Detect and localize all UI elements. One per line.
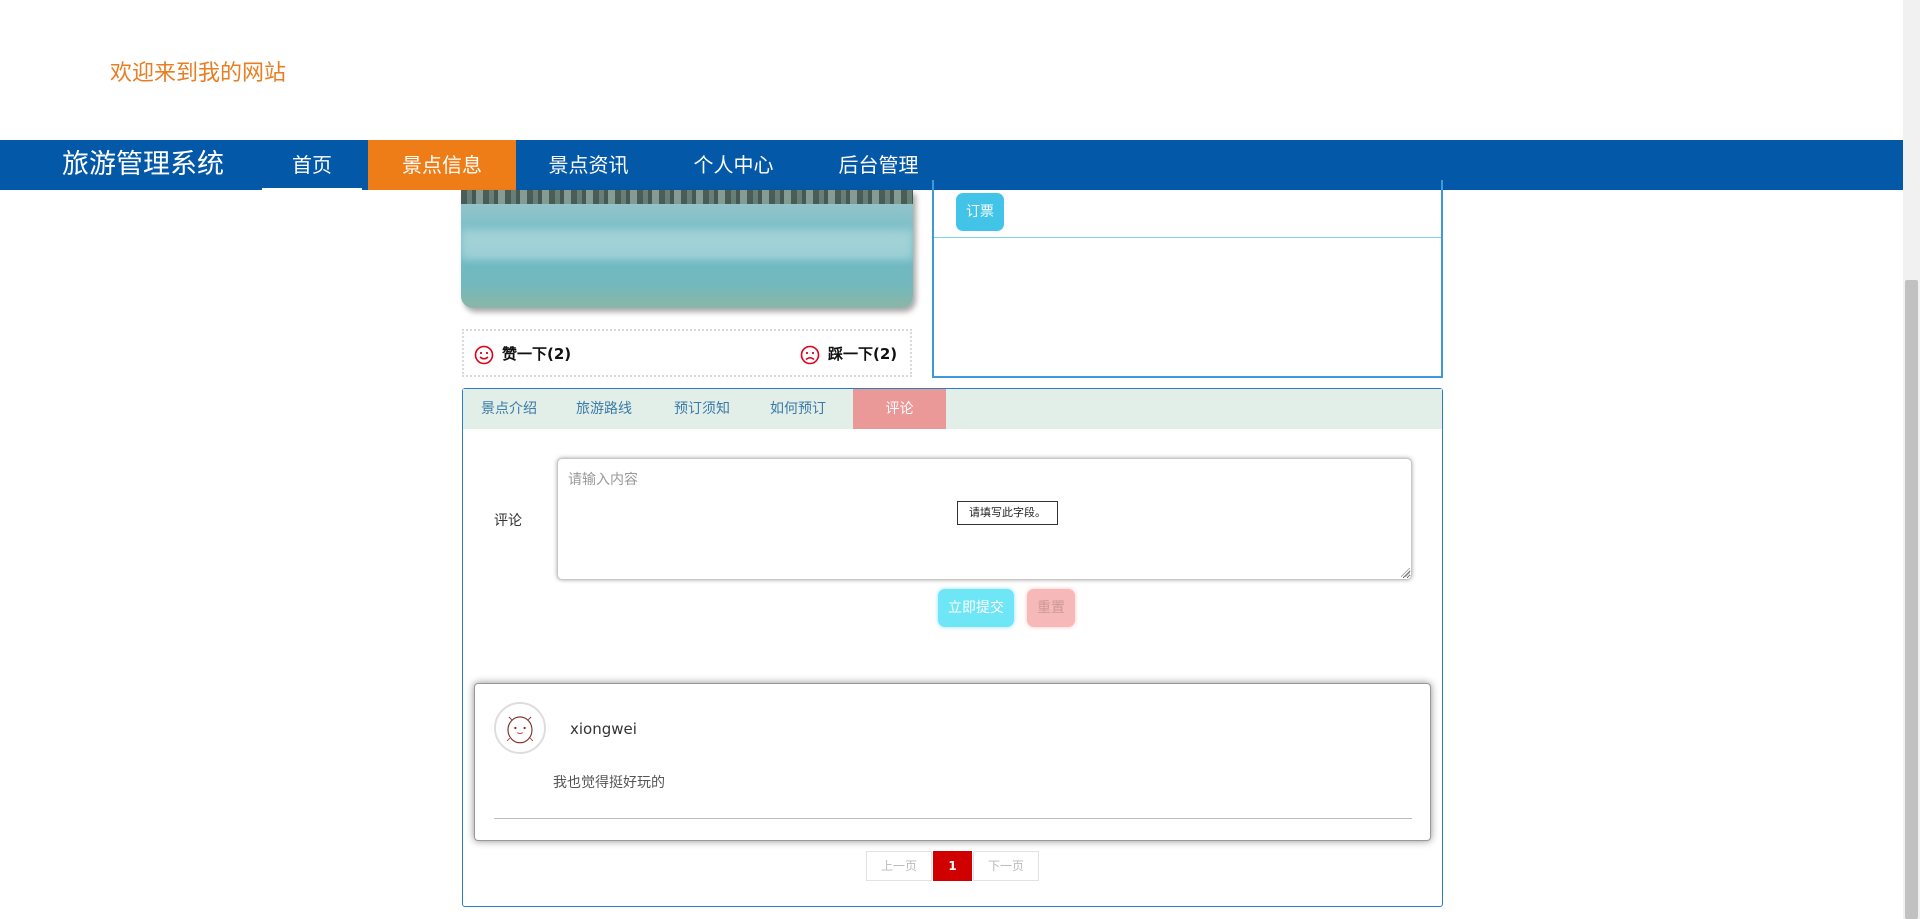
photo-haze [461, 230, 913, 260]
submit-comment-button[interactable]: 立即提交 [938, 589, 1014, 627]
nav-home-underline [262, 188, 362, 190]
comment-divider [494, 818, 1412, 819]
avatar-cartoon-icon [506, 716, 534, 744]
attraction-info-panel: 订票 [932, 180, 1443, 378]
vertical-scrollbar[interactable] [1903, 0, 1920, 919]
attraction-photo [461, 190, 913, 308]
like-label: 赞一下(2) [502, 345, 572, 363]
dislike-button[interactable]: 踩一下(2) [800, 343, 897, 365]
smile-face-icon [474, 345, 494, 364]
nav-item-news[interactable]: 景点资讯 [516, 140, 661, 190]
comment-field-label: 评论 [494, 513, 522, 529]
detail-tabs-panel: 景点介绍 旅游路线 预订须知 如何预订 评论 评论 请填写此字段。 立即提交 重… [462, 388, 1443, 907]
photo-treeline-reflection [461, 190, 913, 204]
info-divider [934, 237, 1441, 238]
photo-shore [461, 286, 913, 308]
nav-item-home[interactable]: 首页 [262, 140, 362, 190]
user-avatar [494, 702, 546, 754]
tab-bar: 景点介绍 旅游路线 预订须知 如何预订 评论 [463, 389, 1442, 429]
like-button[interactable]: 赞一下(2) [474, 343, 571, 365]
nav-item-attractions[interactable]: 景点信息 [368, 140, 516, 190]
comment-text: 我也觉得挺好玩的 [553, 775, 665, 791]
pagination-next[interactable]: 下一页 [973, 851, 1039, 881]
frown-face-icon [800, 345, 820, 364]
dislike-label: 踩一下(2) [828, 345, 898, 363]
tab-booking-notes[interactable]: 预订须知 [653, 389, 751, 429]
textarea-resize-handle[interactable] [1401, 568, 1410, 577]
nav-item-profile[interactable]: 个人中心 [661, 140, 806, 190]
reset-button[interactable]: 重置 [1027, 589, 1075, 627]
welcome-text: 欢迎来到我的网站 [110, 61, 287, 86]
scrollbar-thumb[interactable] [1905, 280, 1918, 919]
comment-username: xiongwei [570, 720, 637, 738]
pagination-prev[interactable]: 上一页 [866, 851, 932, 881]
site-brand[interactable]: 旅游管理系统 [62, 140, 224, 190]
tab-comments[interactable]: 评论 [853, 389, 946, 429]
vote-bar: 赞一下(2) 踩一下(2) [462, 329, 912, 377]
order-ticket-button[interactable]: 订票 [956, 193, 1004, 231]
validation-tooltip: 请填写此字段。 [957, 501, 1058, 525]
tab-how-to-book[interactable]: 如何预订 [751, 389, 845, 429]
nav-item-admin[interactable]: 后台管理 [806, 140, 951, 190]
tab-introduction[interactable]: 景点介绍 [463, 389, 555, 429]
comment-item: xiongwei 我也觉得挺好玩的 [474, 683, 1431, 841]
pagination-page-1[interactable]: 1 [933, 851, 972, 881]
tab-routes[interactable]: 旅游路线 [555, 389, 653, 429]
